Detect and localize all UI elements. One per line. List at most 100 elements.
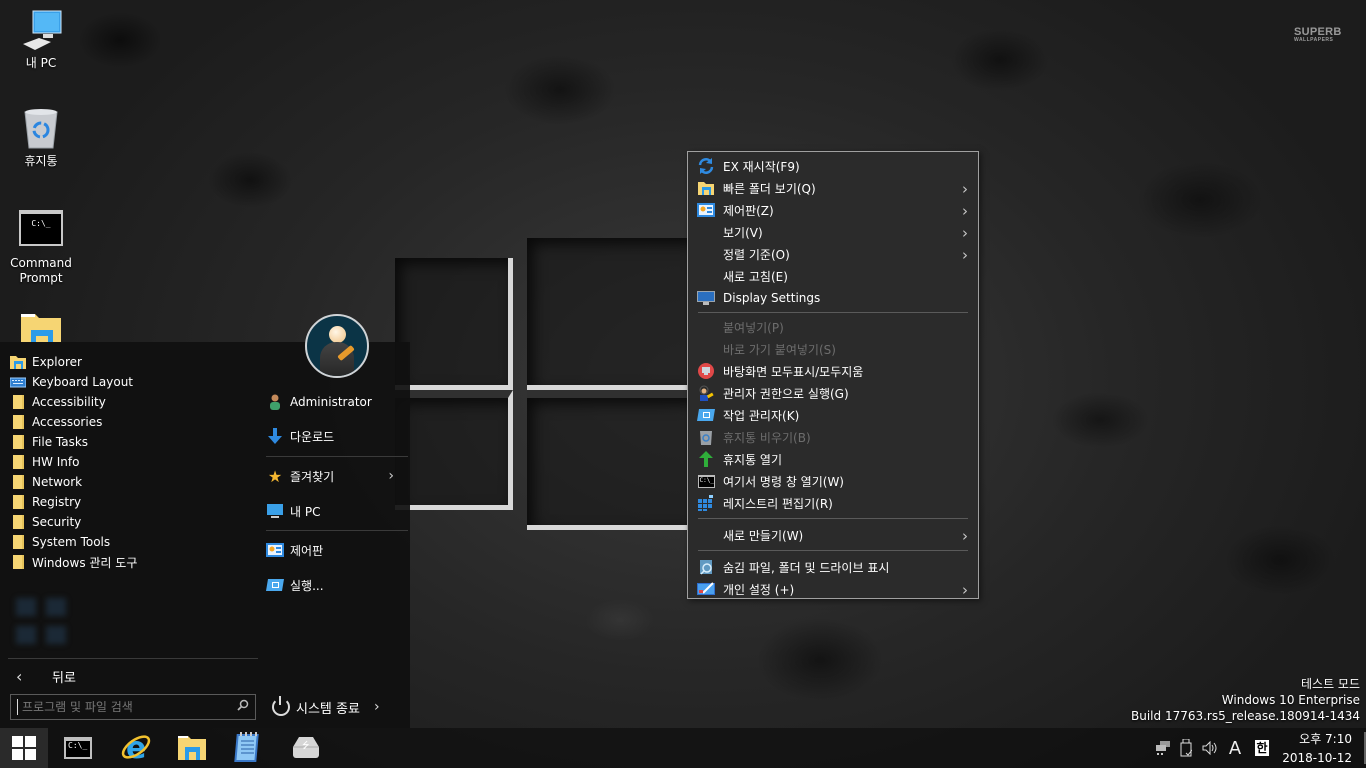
command-prompt-icon: C:\_ [64, 737, 92, 759]
shutdown-button[interactable]: 시스템 종료 › [272, 694, 380, 720]
menu-item-control-panel[interactable]: 제어판(Z) › [688, 199, 978, 221]
ime-mode-indicator[interactable]: A [1222, 738, 1248, 759]
menu-item-empty-recycle-bin[interactable]: 휴지통 비우기(B) [688, 426, 978, 448]
user-icon [266, 394, 284, 410]
taskbar-app-usb-drive[interactable]: ⭍ [282, 728, 330, 768]
folder-icon [13, 495, 24, 509]
green-arrow-icon [697, 451, 715, 467]
submenu-arrow-icon: › [962, 224, 968, 242]
menu-item-restart-explorer[interactable]: EX 재시작(F9) [688, 155, 978, 177]
menu-item-personalize[interactable]: 개인 설정 (+) › [688, 578, 978, 600]
menu-item-paste-shortcut[interactable]: 바로 가기 붙여넣기(S) [688, 338, 978, 360]
program-item-network[interactable]: Network [10, 472, 137, 492]
monitor-icon [697, 290, 715, 306]
menu-item-label: 빠른 폴더 보기(Q) [723, 181, 816, 196]
start-link-control-panel[interactable]: 제어판 [266, 539, 406, 561]
menu-item-label: 새로 만들기(W) [723, 528, 804, 543]
program-item-accessibility[interactable]: Accessibility [10, 392, 137, 412]
start-menu: Explorer Keyboard Layout Accessibility A… [0, 314, 410, 728]
menu-item-task-manager[interactable]: 작업 관리자(K) [688, 404, 978, 426]
file-explorer-icon [697, 180, 715, 196]
keyboard-icon [9, 375, 27, 389]
start-link-downloads[interactable]: 다운로드 [266, 425, 406, 447]
start-link-label: 다운로드 [290, 429, 335, 444]
ime-language-indicator[interactable]: 한 [1248, 740, 1276, 756]
menu-item-label: 붙여넣기(P) [723, 320, 784, 335]
start-link-administrator[interactable]: Administrator [266, 391, 406, 413]
command-prompt-icon: C:\_ [697, 473, 715, 489]
program-item-hw-info[interactable]: HW Info [10, 452, 137, 472]
admin-run-icon [697, 385, 715, 401]
program-search-box[interactable] [10, 694, 256, 720]
start-link-label: Administrator [290, 395, 372, 409]
menu-item-label: Display Settings [723, 291, 821, 305]
folder-icon [13, 415, 24, 429]
program-item-security[interactable]: Security [10, 512, 137, 532]
chevron-right-icon[interactable]: › [374, 699, 380, 715]
menu-item-run-as-admin[interactable]: 관리자 권한으로 실행(G) [688, 382, 978, 404]
taskbar-app-internet-explorer[interactable]: e [112, 728, 160, 768]
taskbar-app-notepad[interactable] [224, 728, 272, 768]
start-link-label: 즐겨찾기 [290, 469, 335, 484]
program-item-keyboard-layout[interactable]: Keyboard Layout [9, 372, 137, 392]
run-icon [266, 577, 284, 593]
program-item-explorer[interactable]: Explorer [10, 352, 137, 372]
watermark-line2: WALLPAPERS [1294, 37, 1334, 43]
program-label: HW Info [32, 455, 80, 469]
user-avatar[interactable] [305, 314, 369, 378]
back-button[interactable]: ‹ 뒤로 [10, 662, 250, 690]
menu-item-registry-editor[interactable]: 레지스트리 편집기(R) [688, 492, 978, 514]
taskbar-app-file-explorer[interactable] [168, 728, 216, 768]
menu-item-sort-by[interactable]: 정렬 기준(O) › [688, 243, 978, 265]
menu-item-show-hidden-files[interactable]: 숨김 파일, 폴더 및 드라이브 표시 [688, 556, 978, 578]
chevron-left-icon: ‹ [16, 666, 23, 686]
search-icon[interactable] [231, 699, 255, 715]
menu-item-view[interactable]: 보기(V) › [688, 221, 978, 243]
usb-drive-icon: ⭍ [289, 733, 323, 764]
usb-safely-remove-icon[interactable] [1174, 739, 1198, 757]
registry-icon [697, 495, 715, 511]
program-label: Security [32, 515, 82, 529]
control-panel-icon [697, 202, 715, 218]
desktop-icon-recycle-bin[interactable]: 휴지통 [1, 106, 81, 169]
menu-item-refresh[interactable]: 새로 고침(E) [688, 265, 978, 287]
menu-item-toggle-desktop-icons[interactable]: 바탕화면 모두표시/모두지움 [688, 360, 978, 382]
program-item-accessories[interactable]: Accessories [10, 412, 137, 432]
start-menu-links-pane: Administrator 다운로드 ★ 즐겨찾기 › 내 PC 제어판 실행.… [258, 314, 410, 728]
menu-item-label: 새로 고침(E) [723, 269, 788, 284]
command-prompt-icon: C:\_ [19, 208, 63, 252]
network-icon[interactable] [1152, 741, 1174, 755]
program-item-registry[interactable]: Registry [10, 492, 137, 512]
desktop-icon-my-pc[interactable]: 내 PC [1, 8, 81, 71]
volume-icon[interactable] [1198, 741, 1222, 755]
submenu-arrow-icon: › [962, 180, 968, 198]
menu-item-label: 바로 가기 붙여넣기(S) [723, 342, 836, 357]
menu-item-new[interactable]: 새로 만들기(W) › [688, 524, 978, 546]
program-item-system-tools[interactable]: System Tools [10, 532, 137, 552]
chevron-right-icon: › [388, 468, 394, 484]
menu-item-label: 숨김 파일, 폴더 및 드라이브 표시 [723, 560, 890, 575]
menu-item-quick-folder-view[interactable]: 빠른 폴더 보기(Q) › [688, 177, 978, 199]
menu-item-label: 레지스트리 편집기(R) [723, 496, 833, 511]
start-link-my-pc[interactable]: 내 PC [266, 500, 406, 522]
submenu-arrow-icon: › [962, 527, 968, 545]
taskbar-clock[interactable]: 오후 7:10 2018-10-12 [1282, 730, 1352, 768]
program-list: Explorer Keyboard Layout Accessibility A… [9, 352, 137, 572]
start-link-favorites[interactable]: ★ 즐겨찾기 › [266, 465, 406, 487]
menu-item-label: 여기서 명령 창 열기(W) [723, 474, 844, 489]
recycle-bin-icon [19, 106, 63, 150]
start-link-run[interactable]: 실행... [266, 574, 406, 596]
desktop-icon-file-explorer[interactable] [1, 308, 81, 342]
program-item-windows-admin-tools[interactable]: Windows 관리 도구 [10, 552, 137, 572]
menu-item-open-recycle-bin[interactable]: 휴지통 열기 [688, 448, 978, 470]
menu-item-open-command-here[interactable]: C:\_ 여기서 명령 창 열기(W) [688, 470, 978, 492]
notepad-icon [234, 731, 262, 766]
menu-separator [698, 518, 968, 519]
program-item-file-tasks[interactable]: File Tasks [10, 432, 137, 452]
desktop-icon-command-prompt[interactable]: C:\_ Command Prompt [1, 208, 81, 286]
program-search-input[interactable] [17, 699, 231, 715]
taskbar-app-command-prompt[interactable]: C:\_ [54, 728, 102, 768]
start-button[interactable] [0, 728, 48, 768]
menu-item-display-settings[interactable]: Display Settings [688, 287, 978, 309]
menu-item-paste[interactable]: 붙여넣기(P) [688, 316, 978, 338]
